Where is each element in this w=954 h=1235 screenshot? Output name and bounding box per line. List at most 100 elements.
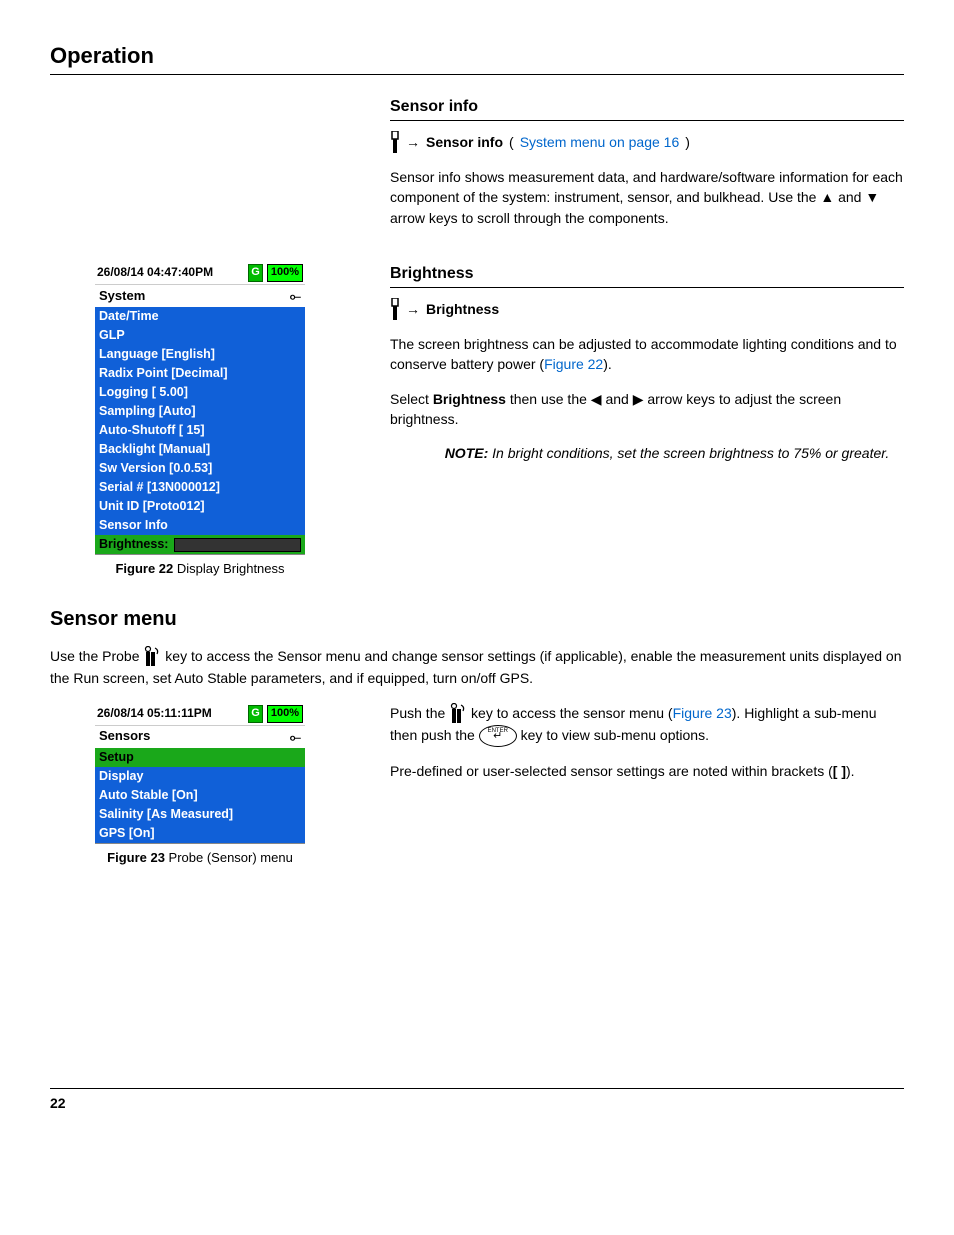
- sensor-menu-push-d: key to view sub-menu options.: [517, 727, 709, 743]
- battery-icon: 100%: [267, 705, 303, 723]
- battery-icon: 100%: [267, 264, 303, 282]
- sensor-menu-push: Push the key to access the sensor menu (…: [390, 703, 904, 748]
- system-menu-icon: [390, 131, 400, 153]
- brightness-label: Brightness:: [99, 536, 168, 553]
- fig22-menu-list: Date/Time GLP Language [English] Radix P…: [95, 307, 305, 554]
- usb-icon: ⟜: [290, 727, 301, 747]
- usb-icon: ⟜: [290, 286, 301, 306]
- list-item: GPS [On]: [95, 824, 305, 843]
- page-number: 22: [50, 1095, 66, 1111]
- brightness-p1: The screen brightness can be adjusted to…: [390, 334, 904, 375]
- figure-22-col: 26/08/14 04:47:40PM G 100% System ⟜ Date…: [50, 262, 350, 579]
- brightness-p2-b: then use the: [506, 391, 591, 407]
- list-item: Language [English]: [95, 345, 305, 364]
- nav-paren-close: ): [685, 132, 690, 152]
- figure-23-caption-bold: Figure 23: [107, 850, 165, 865]
- sensor-info-body: Sensor info shows measurement data, and …: [390, 167, 904, 228]
- probe-key-icon: [143, 646, 161, 668]
- figure-22-screen: 26/08/14 04:47:40PM G 100% System ⟜ Date…: [95, 262, 305, 554]
- list-item: Backlight [Manual]: [95, 440, 305, 459]
- sensor-menu-heading: Sensor menu: [50, 605, 904, 634]
- note-label: NOTE:: [445, 445, 489, 461]
- page-header: Operation: [50, 40, 904, 75]
- fig22-statusbar: 26/08/14 04:47:40PM G 100%: [95, 262, 305, 284]
- fig22-menu-title: System: [99, 287, 145, 306]
- figure-23-caption-rest: Probe (Sensor) menu: [165, 850, 293, 865]
- system-menu-icon: [390, 298, 400, 320]
- page-footer: 22: [50, 1088, 904, 1113]
- figure-22-caption-bold: Figure 22: [115, 561, 173, 576]
- fig23-menu-title: Sensors: [99, 727, 150, 746]
- brightness-title: Brightness: [390, 262, 904, 288]
- list-item: GLP: [95, 326, 305, 345]
- figure-22-caption: Figure 22 Display Brightness: [50, 560, 350, 579]
- sensor-menu-intro: Use the Probe key to access the Sensor m…: [50, 646, 904, 689]
- nav-arrow: →: [406, 299, 420, 319]
- brightness-p2: Select Brightness then use the ◀ and ▶ a…: [390, 389, 904, 430]
- probe-key-icon: [449, 703, 467, 725]
- sensor-info-body-c: arrow keys to scroll through the compone…: [390, 210, 669, 226]
- gps-icon: G: [248, 264, 263, 282]
- sensor-menu-row: 26/08/14 05:11:11PM G 100% Sensors ⟜ Set…: [50, 703, 904, 868]
- arrow-left-icon: ◀: [591, 391, 602, 407]
- list-item: Sampling [Auto]: [95, 402, 305, 421]
- arrow-right-icon: ▶: [633, 391, 644, 407]
- brightness-row-item: Brightness:: [95, 535, 305, 554]
- brightness-slider: [174, 538, 301, 552]
- figure-23-screen: 26/08/14 05:11:11PM G 100% Sensors ⟜ Set…: [95, 703, 305, 843]
- sensor-menu-text-col: Push the key to access the sensor menu (…: [390, 703, 904, 796]
- list-item: Salinity [As Measured]: [95, 805, 305, 824]
- sensor-menu-intro-a: Use the Probe: [50, 648, 143, 664]
- brightness-p2-a: Select: [390, 391, 433, 407]
- brightness-navline: → Brightness: [390, 298, 904, 320]
- fig23-datetime: 26/08/14 05:11:11PM: [97, 705, 244, 722]
- figure-22-caption-rest: Display Brightness: [173, 561, 284, 576]
- nav-arrow: →: [406, 132, 420, 152]
- fig23-menu-title-row: Sensors ⟜: [95, 725, 305, 748]
- list-item: Serial # [13N000012]: [95, 478, 305, 497]
- list-item: Unit ID [Proto012]: [95, 497, 305, 516]
- brightness-p2-c: and: [602, 391, 633, 407]
- figure-23-link[interactable]: Figure 23: [673, 705, 732, 721]
- fig22-menu-title-row: System ⟜: [95, 284, 305, 307]
- list-item: Sensor Info: [95, 516, 305, 535]
- sensor-info-row: Sensor info → Sensor info ( System menu o…: [50, 95, 904, 242]
- sensor-info-title: Sensor info: [390, 95, 904, 121]
- brightness-p1-b: ).: [603, 356, 612, 372]
- brightness-note: NOTE: In bright conditions, set the scre…: [430, 443, 904, 463]
- list-item: Setup: [95, 748, 305, 767]
- sensor-menu-intro-b: key to access the Sensor menu and change…: [50, 648, 902, 686]
- nav-bold-sensor-info: Sensor info: [426, 132, 503, 152]
- fig22-datetime: 26/08/14 04:47:40PM: [97, 264, 244, 281]
- nav-bold-brightness: Brightness: [426, 299, 499, 319]
- sensor-info-right: Sensor info → Sensor info ( System menu o…: [390, 95, 904, 242]
- list-item: Radix Point [Decimal]: [95, 364, 305, 383]
- brightness-text-col: Brightness → Brightness The screen brigh…: [390, 262, 904, 464]
- figure-23-col: 26/08/14 05:11:11PM G 100% Sensors ⟜ Set…: [50, 703, 350, 868]
- fig23-menu-list: Setup Display Auto Stable [On] Salinity …: [95, 748, 305, 843]
- system-menu-link[interactable]: System menu on page 16: [520, 132, 680, 152]
- sensor-menu-p2: Pre-defined or user-selected sensor sett…: [390, 761, 904, 781]
- fig23-statusbar: 26/08/14 05:11:11PM G 100%: [95, 703, 305, 725]
- brightness-p1-a: The screen brightness can be adjusted to…: [390, 336, 897, 372]
- sensor-menu-push-a: Push the: [390, 705, 449, 721]
- list-item: Auto-Shutoff [ 15]: [95, 421, 305, 440]
- gps-icon: G: [248, 705, 263, 723]
- figure-22-link[interactable]: Figure 22: [544, 356, 603, 372]
- arrow-down-icon: ▼: [865, 189, 879, 205]
- figure-23-caption: Figure 23 Probe (Sensor) menu: [50, 849, 350, 868]
- sensor-info-navline: → Sensor info ( System menu on page 16): [390, 131, 904, 153]
- list-item: Display: [95, 767, 305, 786]
- list-item: Date/Time: [95, 307, 305, 326]
- list-item: Logging [ 5.00]: [95, 383, 305, 402]
- enter-key-icon: ENTER↵: [479, 725, 517, 747]
- brightness-row: 26/08/14 04:47:40PM G 100% System ⟜ Date…: [50, 262, 904, 579]
- sensor-menu-p2-a: Pre-defined or user-selected sensor sett…: [390, 763, 833, 779]
- brightness-p2-bold: Brightness: [433, 391, 506, 407]
- sensor-menu-push-b: key to access the sensor menu (: [467, 705, 672, 721]
- sensor-info-body-b: and: [838, 189, 865, 205]
- arrow-up-icon: ▲: [820, 189, 834, 205]
- nav-paren-open: (: [509, 132, 514, 152]
- note-text: In bright conditions, set the screen bri…: [488, 445, 889, 461]
- sensor-menu-p2-bold: [ ]: [833, 763, 846, 779]
